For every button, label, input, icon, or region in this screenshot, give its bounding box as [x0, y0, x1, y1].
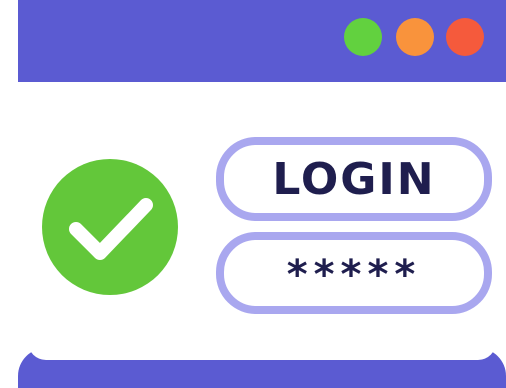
login-field[interactable]: LOGIN	[216, 137, 492, 221]
password-field-text: *****	[286, 252, 422, 298]
title-bar	[18, 0, 506, 82]
app-window: LOGIN *****	[18, 0, 506, 388]
password-field[interactable]: *****	[216, 232, 492, 314]
checkmark-icon	[42, 159, 178, 295]
login-field-text: LOGIN	[272, 153, 436, 205]
window-body-bottom	[28, 340, 496, 360]
success-checkmark-icon	[42, 159, 178, 295]
window-control-green[interactable]	[344, 18, 382, 56]
window-control-red[interactable]	[446, 18, 484, 56]
window-control-orange[interactable]	[396, 18, 434, 56]
